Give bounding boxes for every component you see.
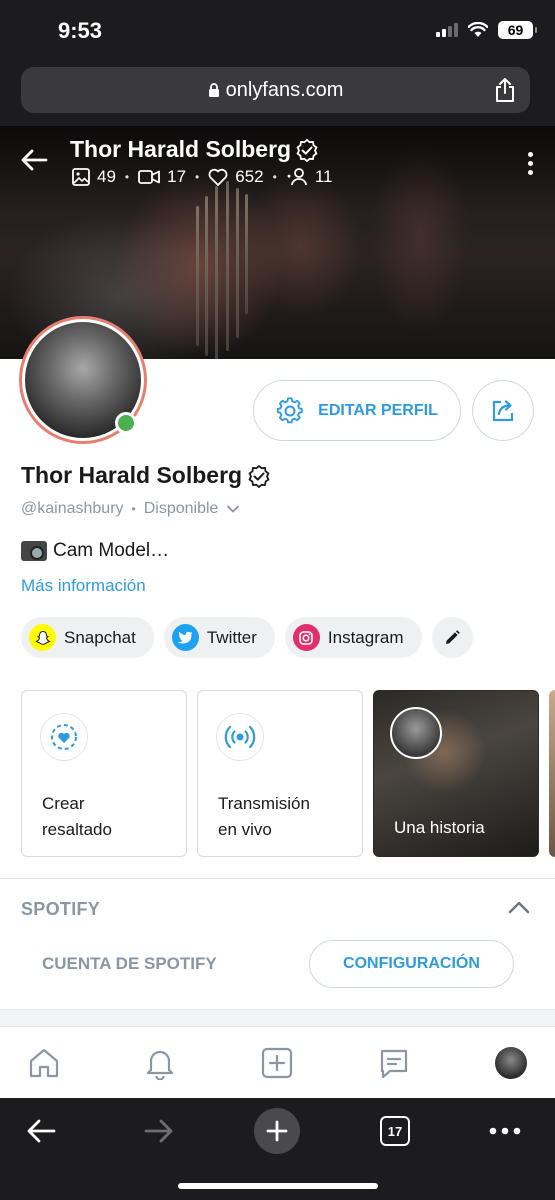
cover-name: Thor Harald Solberg [70, 136, 292, 162]
status-icons: 69 [436, 21, 537, 39]
verified-icon [296, 138, 318, 162]
handle-row: @kainashbury • Disponible [21, 500, 240, 518]
fans-icon [287, 168, 307, 186]
cover-stats: 49 • 17 • 652 • 11 [72, 167, 332, 187]
twitter-icon [171, 624, 199, 651]
lock-icon [208, 82, 219, 97]
stat-likes: 652 [208, 167, 264, 187]
back-arrow-icon [27, 1119, 56, 1143]
live-stream-card[interactable]: Transmisión en vivo [197, 690, 363, 857]
browser-share-icon[interactable] [494, 77, 516, 103]
plus-icon [266, 1120, 288, 1142]
nav-add-post[interactable] [259, 1045, 295, 1081]
create-highlight-card[interactable]: Crear resaltado [21, 690, 187, 857]
story-avatar [390, 707, 442, 759]
story-card[interactable]: Una historia [373, 690, 539, 857]
message-icon [380, 1049, 408, 1079]
more-horizontal-icon [489, 1127, 521, 1135]
social-links: Snapchat Twitter Instagram [21, 617, 473, 658]
cover-title: Thor Harald Solberg [70, 136, 319, 163]
snapchat-chip[interactable]: Snapchat [21, 617, 154, 658]
stat-photos: 49 [72, 167, 116, 187]
edit-socials-button[interactable] [431, 617, 473, 658]
nav-home[interactable] [26, 1045, 62, 1081]
tab-count: 17 [380, 1116, 410, 1146]
cellular-signal-icon [436, 23, 458, 37]
browser-menu-button[interactable] [482, 1108, 528, 1154]
video-camera-icon [21, 541, 47, 561]
forward-arrow-icon [144, 1119, 173, 1143]
broadcast-icon [216, 713, 264, 761]
profile-name: Thor Harald Solberg [21, 462, 271, 489]
online-status-dot [115, 412, 137, 434]
profile-bio: Cam Model… [21, 540, 169, 562]
nav-notifications[interactable] [142, 1045, 178, 1081]
share-profile-button[interactable] [472, 380, 534, 441]
verified-icon [248, 464, 270, 488]
availability-status[interactable]: Disponible [144, 500, 219, 518]
spotify-account-label: CUENTA DE SPOTIFY [42, 954, 217, 973]
instagram-icon [292, 624, 320, 651]
wifi-icon [468, 22, 488, 37]
stat-videos: 17 [138, 167, 186, 187]
new-tab-button[interactable] [254, 1108, 300, 1154]
browser-forward-button[interactable] [136, 1108, 182, 1154]
spotify-section-title: SPOTIFY [21, 899, 101, 919]
profile-name-text: Thor Harald Solberg [21, 462, 243, 488]
video-icon [138, 170, 161, 184]
browser-back-button[interactable] [18, 1108, 64, 1154]
heart-icon [208, 168, 228, 186]
back-arrow-icon[interactable] [20, 148, 48, 172]
snapchat-icon [29, 624, 56, 651]
bio-text: Cam Model… [53, 540, 170, 561]
bell-icon [146, 1050, 174, 1080]
plus-square-icon [261, 1047, 293, 1079]
nav-profile[interactable] [493, 1045, 529, 1081]
tabs-button[interactable]: 17 [372, 1108, 418, 1154]
more-options-icon[interactable] [528, 152, 533, 175]
profile-handle: @kainashbury [21, 500, 124, 517]
battery-indicator: 69 [498, 21, 537, 39]
home-icon [29, 1048, 59, 1078]
instagram-chip[interactable]: Instagram [284, 617, 422, 658]
url-bar[interactable]: onlyfans.com [21, 67, 530, 113]
section-separator [0, 1009, 555, 1026]
avatar [495, 1047, 527, 1079]
separator-dot: • [131, 502, 136, 516]
image-icon [72, 168, 90, 186]
chevron-up-icon[interactable] [508, 900, 530, 914]
nav-messages[interactable] [376, 1045, 412, 1081]
url-text: onlyfans.com [225, 78, 344, 101]
share-icon [492, 399, 514, 421]
edit-profile-label: EDITAR PERFIL [318, 401, 438, 419]
edit-profile-button[interactable]: EDITAR PERFIL [253, 380, 461, 441]
app-bottom-nav [0, 1026, 555, 1098]
status-time: 9:53 [58, 18, 103, 43]
highlights-row: Crear resaltado Transmisión en vivo Una … [21, 690, 555, 858]
home-indicator [178, 1183, 378, 1189]
browser-top-chrome: 9:53 69 onlyfans.com [0, 0, 555, 126]
next-highlight-card[interactable] [549, 690, 555, 857]
more-info-link[interactable]: Más información [21, 576, 146, 596]
heart-loader-icon [40, 713, 88, 761]
chevron-down-icon[interactable] [226, 504, 240, 514]
pencil-icon [446, 629, 460, 644]
gear-icon [277, 396, 303, 423]
twitter-chip[interactable]: Twitter [163, 617, 275, 658]
stat-fans: 11 [286, 167, 332, 187]
spotify-config-button[interactable]: CONFIGURACIÓN [309, 940, 514, 988]
